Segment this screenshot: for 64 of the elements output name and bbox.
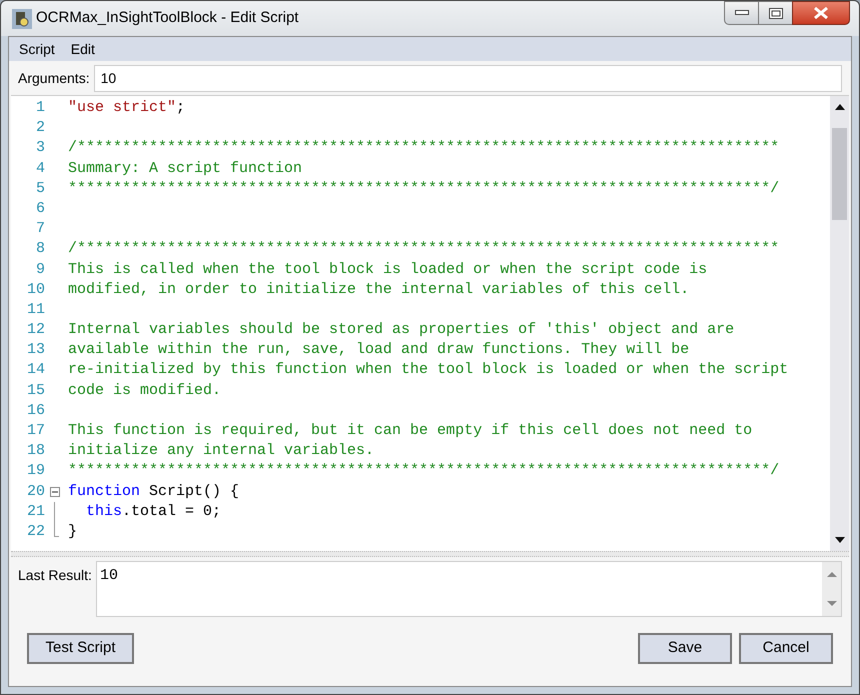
- line-number: 18: [26, 441, 45, 462]
- arguments-label: Arguments:: [18, 68, 90, 88]
- maximize-icon: [768, 8, 782, 18]
- window-title: OCRMax_InSightToolBlock - Edit Script: [36, 8, 299, 28]
- line-number: 9: [34, 260, 45, 280]
- line-number: 7: [34, 219, 45, 240]
- code-line: available within the run, save, load and draw functions. They will be: [68, 340, 690, 360]
- code-line: }: [68, 522, 78, 542]
- code-line: ******************************************************************************/: [68, 178, 780, 199]
- line-number: 6: [34, 198, 45, 219]
- menu-item[interactable]: Script: [19, 38, 55, 60]
- line-number: 12: [26, 320, 45, 340]
- line-number: 17: [26, 421, 45, 441]
- line-number: 10: [26, 280, 45, 300]
- line-number: 11: [26, 300, 45, 320]
- code-line: modified, in order to initialize the internal variables of this cell.: [68, 280, 690, 300]
- code-line: function Script() {: [68, 482, 240, 502]
- line-number: 4: [34, 158, 45, 179]
- line-number: 3: [34, 138, 45, 158]
- line-number: 22: [26, 522, 45, 542]
- line-number: 13: [26, 340, 45, 360]
- menu-item[interactable]: Edit: [70, 38, 95, 60]
- code-line: ******************************************************************************/: [68, 461, 780, 482]
- close-button[interactable]: [792, 1, 850, 25]
- code-line: Internal variables should be stored as properties of 'this' object and are: [68, 320, 734, 340]
- fold-end-line: [54, 522, 59, 537]
- code-line: Summary: A script function: [68, 158, 302, 179]
- scrollbar-thumb[interactable]: [832, 128, 847, 220]
- code-line: /******************************************************************************: [68, 239, 780, 260]
- line-number: 15: [26, 380, 45, 401]
- code-editor[interactable]: [11, 95, 849, 551]
- scroll-up-icon[interactable]: [834, 104, 844, 110]
- code-line: "use strict";: [68, 98, 186, 118]
- line-number: 16: [26, 400, 45, 421]
- code-line: /******************************************************************************: [68, 138, 780, 158]
- last-result-value: 10: [98, 566, 119, 586]
- line-number: 20: [26, 482, 45, 502]
- line-number: 21: [26, 502, 45, 522]
- dialog-button[interactable]: Save: [638, 633, 732, 664]
- line-number: 8: [34, 239, 45, 260]
- line-number: 5: [34, 178, 45, 199]
- collapse-icon[interactable]: [50, 486, 60, 497]
- maximize-button[interactable]: [759, 1, 792, 25]
- app-icon: [12, 8, 32, 28]
- code-line: this.total = 0;: [85, 502, 222, 522]
- close-icon: [813, 7, 829, 19]
- code-line: This function is required, but it can be empty if this cell does not need to: [68, 421, 752, 441]
- vertical-scrollbar[interactable]: [830, 96, 849, 551]
- code-line: This is called when the tool block is loaded or when the script code is: [68, 260, 708, 280]
- minimize-icon: [734, 10, 748, 16]
- dialog-button[interactable]: Test Script: [27, 633, 134, 664]
- code-line: initialize any internal variables.: [68, 441, 374, 462]
- last-result-label: Last Result:: [18, 566, 92, 585]
- code-line: code is modified.: [68, 380, 222, 401]
- minimize-button[interactable]: [724, 1, 759, 25]
- line-number: 19: [26, 461, 45, 482]
- scroll-down-icon[interactable]: [834, 537, 844, 543]
- line-number: 2: [34, 118, 45, 138]
- dialog-button[interactable]: Cancel: [739, 633, 833, 664]
- fold-line: [54, 502, 55, 522]
- code-line: re-initialized by this function when the tool block is loaded or when the script: [68, 360, 788, 380]
- line-number: 14: [26, 360, 45, 380]
- line-number: 1: [34, 98, 45, 118]
- arguments-field[interactable]: 10: [94, 64, 842, 92]
